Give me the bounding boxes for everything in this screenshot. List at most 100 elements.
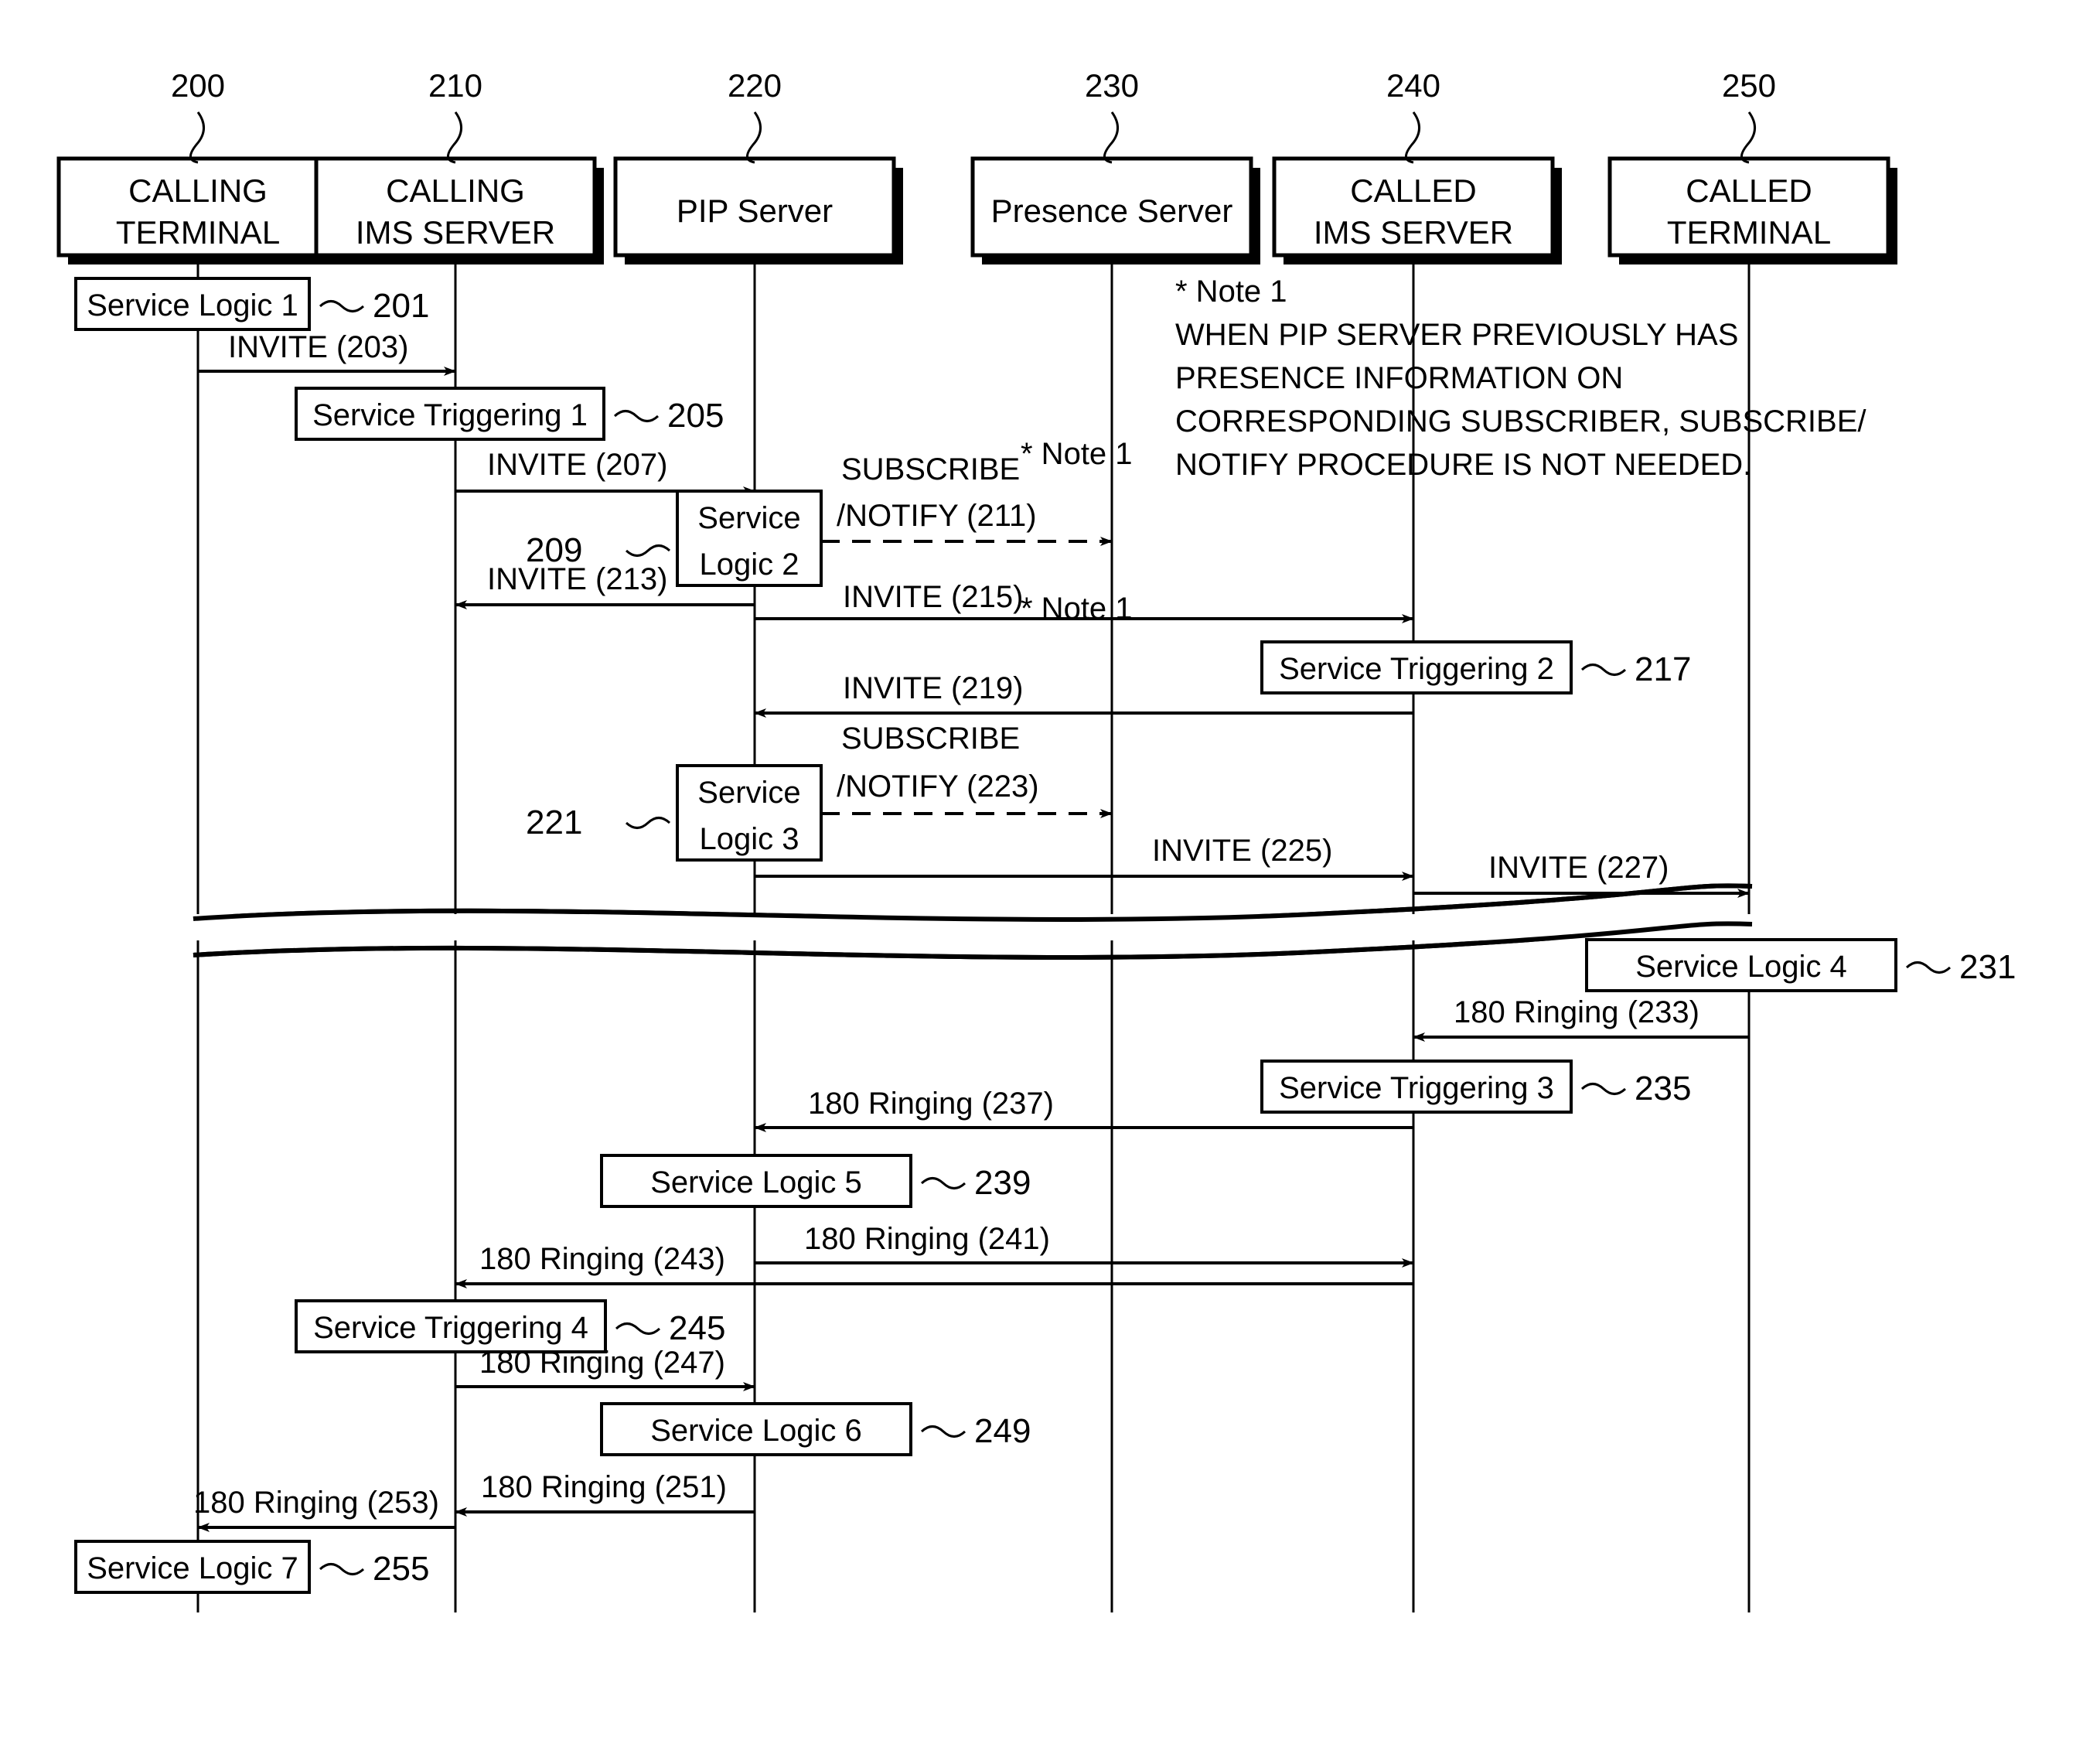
activity-service-logic-1: Service Logic 1 201 [74, 277, 429, 331]
leader-squiggle [1905, 961, 1952, 974]
note-line-1: PRESENCE INFORMATION ON [1175, 361, 1623, 395]
notes-group: * Note 1 WHEN PIP SERVER PREVIOUSLY HAS PR… [1021, 275, 1866, 626]
note-line-0: WHEN PIP SERVER PREVIOUSLY HAS [1175, 318, 1738, 352]
activity-label-service-triggering-2: Service Triggering 2 [1279, 652, 1554, 686]
sequence-diagram-canvas: INVITE (203) INVITE (207) SUBSCRIBE/NOTIFY… [0, 0, 2100, 1754]
message-label2-subscribe-notify-223: /NOTIFY (223) [837, 770, 1039, 804]
message-invite-207: INVITE (207) [455, 448, 755, 496]
diagram-svg: INVITE (203) INVITE (207) SUBSCRIBE/NOTIFY… [56, 67, 2016, 1612]
inline-note-marker-1: * Note 1 [1021, 592, 1133, 626]
leader-squiggle [319, 1563, 365, 1575]
actor-label-calling-terminal-line1: CALLING [128, 172, 268, 209]
activity-service-logic-5: Service Logic 5 239 [600, 1154, 1031, 1208]
message-ringing-241: 180 Ringing (241) [755, 1222, 1414, 1268]
activity-label-service-logic-2-line2: Logic 2 [700, 548, 799, 582]
activity-ref-service-triggering-3: 235 [1635, 1070, 1691, 1107]
note-line-2: CORRESPONDING SUBSCRIBER, SUBSCRIBE/ [1175, 404, 1866, 438]
message-label-ringing-243: 180 Ringing (243) [479, 1242, 725, 1276]
leader-squiggle [920, 1425, 966, 1438]
leader-squiggle [1580, 1083, 1627, 1095]
leader-squiggle [625, 817, 671, 829]
leader-squiggle [920, 1177, 966, 1189]
message-subscribe-notify-223: SUBSCRIBE/NOTIFY (223) [821, 722, 1113, 818]
actor-label-called-ims-server-line2: IMS SERVER [1314, 214, 1513, 251]
leader-squiggle [319, 300, 365, 312]
actor-label-called-terminal-line2: TERMINAL [1667, 214, 1831, 251]
actor-headers-group: CALLING TERMINAL 200 CALLING IMS SERVER 210 PI… [56, 67, 1897, 264]
message-label-invite-215: INVITE (215) [843, 580, 1023, 614]
message-label-invite-207: INVITE (207) [487, 448, 667, 482]
ref-leader-calling-terminal [189, 111, 205, 164]
message-label-invite-225: INVITE (225) [1152, 834, 1332, 868]
note-marker: * Note 1 [1175, 275, 1287, 309]
ref-leader-calling-ims-server [447, 111, 462, 164]
activity-label-service-triggering-3: Service Triggering 3 [1279, 1071, 1554, 1105]
actor-label-called-terminal-line1: CALLED [1686, 172, 1812, 209]
activity-ref-service-logic-5: 239 [974, 1164, 1031, 1202]
activity-ref-service-logic-3: 221 [526, 804, 582, 841]
leader-squiggle [613, 410, 660, 422]
activity-label-service-triggering-1: Service Triggering 1 [312, 398, 588, 432]
activity-ref-service-logic-4: 231 [1959, 948, 2016, 986]
message-label-subscribe-notify-223: SUBSCRIBE [841, 722, 1020, 756]
message-ringing-251: 180 Ringing (251) [455, 1470, 755, 1517]
actor-label-pip-server: PIP Server [677, 193, 833, 229]
activity-service-triggering-4: Service Triggering 4 245 [295, 1299, 725, 1353]
activity-ref-service-triggering-4: 245 [669, 1309, 725, 1347]
note-line-3: NOTIFY PROCEDURE IS NOT NEEDED. [1175, 448, 1751, 482]
message-label-subscribe-notify-211: SUBSCRIBE [841, 452, 1020, 486]
ref-leader-called-ims-server [1405, 111, 1420, 164]
activity-ref-service-logic-7: 255 [373, 1550, 429, 1588]
activity-label-service-logic-3-line2: Logic 3 [700, 822, 799, 856]
activity-ref-service-logic-6: 249 [974, 1412, 1031, 1450]
activity-label-service-logic-4: Service Logic 4 [1635, 950, 1846, 984]
activity-label-service-triggering-4: Service Triggering 4 [313, 1311, 588, 1345]
message-label-ringing-241: 180 Ringing (241) [804, 1222, 1050, 1256]
message-label-ringing-251: 180 Ringing (251) [481, 1470, 727, 1504]
activity-ref-service-logic-1: 201 [373, 287, 429, 325]
activity-label-service-logic-1: Service Logic 1 [87, 288, 298, 322]
message-ringing-253: 180 Ringing (253) [193, 1486, 455, 1532]
activity-label-service-logic-3-line1: Service [697, 776, 800, 810]
actor-label-calling-ims-server-line2: IMS SERVER [356, 214, 555, 251]
message-ringing-233: 180 Ringing (233) [1413, 995, 1749, 1042]
activity-service-triggering-1: Service Triggering 1 205 [295, 387, 724, 441]
actor-label-called-ims-server-line1: CALLED [1350, 172, 1476, 209]
ref-leader-pip-server [746, 111, 762, 164]
actor-ref-called-terminal: 250 [1722, 67, 1776, 104]
actor-ref-calling-terminal: 200 [171, 67, 225, 104]
actor-label-presence-server: Presence Server [991, 193, 1233, 229]
activity-service-logic-3: Service Logic 3 221 [526, 764, 823, 862]
activity-service-triggering-3: Service Triggering 3 235 [1260, 1060, 1691, 1114]
message-label-ringing-233: 180 Ringing (233) [1454, 995, 1699, 1029]
message-label-invite-203: INVITE (203) [228, 330, 408, 364]
leader-squiggle [615, 1322, 661, 1335]
ref-leader-called-terminal [1740, 111, 1756, 164]
activity-ref-service-triggering-2: 217 [1635, 650, 1691, 688]
activity-label-service-logic-5: Service Logic 5 [650, 1165, 861, 1199]
break-lines [193, 883, 1755, 960]
message-invite-203: INVITE (203) [198, 330, 456, 376]
activity-service-logic-6: Service Logic 6 249 [600, 1402, 1031, 1456]
activity-ref-service-logic-2: 209 [526, 531, 582, 569]
message-label2-subscribe-notify-211: /NOTIFY (211) [837, 499, 1037, 533]
activity-service-logic-7: Service Logic 7 255 [74, 1540, 429, 1594]
inline-note-marker-0: * Note 1 [1021, 437, 1133, 471]
actor-ref-called-ims-server: 240 [1386, 67, 1440, 104]
activity-label-service-logic-6: Service Logic 6 [650, 1414, 861, 1448]
actor-ref-presence-server: 230 [1085, 67, 1139, 104]
actor-label-calling-terminal-line2: TERMINAL [116, 214, 280, 251]
actor-ref-calling-ims-server: 210 [428, 67, 482, 104]
actor-label-calling-ims-server-line1: CALLING [386, 172, 525, 209]
message-invite-225: INVITE (225) [755, 834, 1414, 881]
message-label-ringing-253: 180 Ringing (253) [193, 1486, 439, 1520]
message-label-invite-227: INVITE (227) [1488, 851, 1669, 885]
activity-service-triggering-2: Service Triggering 2 217 [1260, 640, 1691, 694]
leader-squiggle [625, 544, 671, 557]
activity-ref-service-triggering-1: 205 [667, 397, 724, 435]
message-label-invite-219: INVITE (219) [843, 671, 1023, 705]
leader-squiggle [1580, 664, 1627, 676]
actor-ref-pip-server: 220 [728, 67, 782, 104]
message-label-ringing-237: 180 Ringing (237) [808, 1087, 1054, 1121]
activity-label-service-logic-7: Service Logic 7 [87, 1551, 298, 1585]
